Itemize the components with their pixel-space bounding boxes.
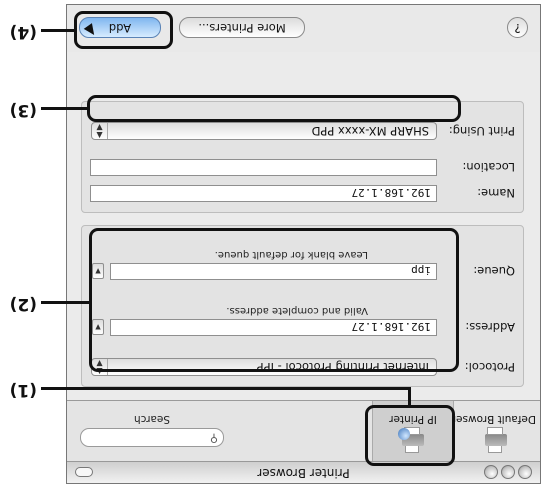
location-label: Location: <box>462 160 515 174</box>
address-label: Address: <box>465 320 515 334</box>
callout-1-line-v <box>408 390 411 405</box>
default-browser-button[interactable]: Default Browser <box>451 404 536 458</box>
print-using-label: Print Using: <box>448 124 515 138</box>
printer-icon <box>481 427 511 454</box>
callout-2-line <box>41 301 89 304</box>
highlight-add-button <box>74 11 173 49</box>
search-label: Search <box>133 413 171 425</box>
callout-2: (2) <box>9 294 37 314</box>
help-button[interactable]: ? <box>507 17 528 38</box>
callout-3: (3) <box>9 100 37 120</box>
default-browser-label: Default Browser <box>451 413 536 425</box>
callout-4-line <box>41 29 74 32</box>
print-using-popup[interactable]: SHARP MX-xxxx PPD ▲ ▼ <box>91 122 437 140</box>
location-field[interactable] <box>90 159 437 176</box>
protocol-label: Protocol: <box>464 360 515 374</box>
highlight-print-using <box>87 95 461 122</box>
callout-1-line <box>41 387 411 390</box>
callout-1: (1) <box>9 380 37 400</box>
title-bar: Printer Browser <box>67 461 540 483</box>
print-using-value: SHARP MX-xxxx PPD <box>311 124 429 138</box>
window-title: Printer Browser <box>257 466 350 480</box>
search-input[interactable]: ⚲ <box>80 428 224 447</box>
highlight-ip-fields <box>89 228 459 372</box>
search-icon: ⚲ <box>209 432 218 445</box>
more-printers-button[interactable]: More Printers... <box>179 17 305 38</box>
toolbar-toggle-button[interactable] <box>75 467 93 477</box>
popup-arrows-icon: ▲ ▼ <box>92 123 108 140</box>
name-field[interactable]: 192.168.1.27 <box>90 185 437 202</box>
queue-label: Queue: <box>473 264 515 278</box>
callout-4: (4) <box>9 22 37 42</box>
toolbar: Default Browser IP Printer ⚲ Search <box>67 400 540 461</box>
highlight-ip-printer <box>365 405 455 466</box>
screenshot-stage: Printer Browser Default Browser IP Print… <box>0 0 547 490</box>
name-label: Name: <box>477 186 515 200</box>
callout-3-line <box>41 107 87 110</box>
